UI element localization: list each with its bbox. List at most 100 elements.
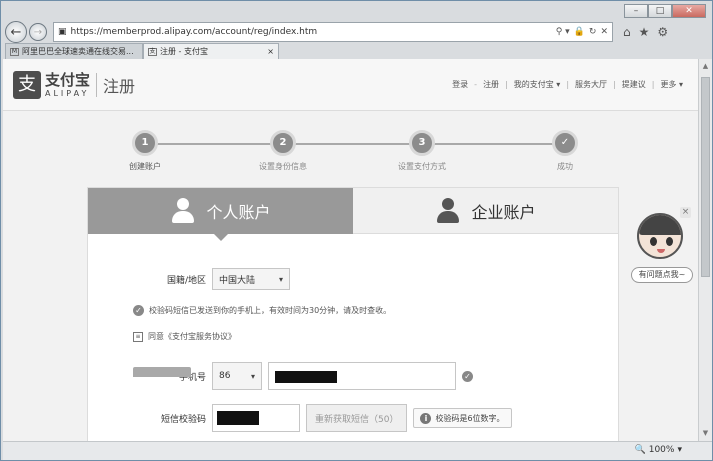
- agreement-row: ≡ 同意《支付宝服务协议》: [133, 331, 236, 342]
- refresh-icon[interactable]: ↻: [589, 27, 597, 37]
- stop-icon[interactable]: ✕: [600, 27, 608, 37]
- minimize-button[interactable]: –: [624, 4, 648, 18]
- phone-input[interactable]: [268, 362, 456, 390]
- tab-business-account[interactable]: 企业账户: [353, 188, 618, 234]
- zoom-control[interactable]: 🔍 100% ▾: [635, 445, 682, 455]
- chevron-down-icon: ▾: [677, 445, 682, 455]
- check-icon: ✓: [462, 370, 473, 382]
- forward-button[interactable]: →: [29, 23, 47, 41]
- submit-button[interactable]: [133, 367, 191, 377]
- forward-arrow-icon: →: [33, 26, 43, 38]
- link-separator: |: [566, 80, 570, 89]
- maximize-button[interactable]: □: [648, 4, 672, 18]
- code-hint-tooltip: i 校验码是6位数字。: [413, 408, 512, 428]
- my-alipay-menu[interactable]: 我的支付宝 ▾: [514, 79, 561, 90]
- tab-alipay-register[interactable]: 支 注册 - 支付宝 ×: [143, 43, 279, 59]
- vertical-scrollbar[interactable]: ▲ ▼: [698, 59, 712, 441]
- register-link[interactable]: 注册: [483, 79, 499, 90]
- sms-sent-notice: ✓ 校验码短信已发送到你的手机上，有效时间为30分钟，请及时查收。: [133, 305, 391, 316]
- tab-aliexpress[interactable]: M 阿里巴巴全球速卖通在线交易...: [5, 43, 143, 59]
- step-number: 2: [270, 130, 296, 156]
- page-viewport: 支 支付宝 ALIPAY 注册 登录 - 注册 | 我的支付宝 ▾ | 服务大厅…: [3, 59, 698, 441]
- help-mascot[interactable]: × 有问题点我~: [629, 207, 695, 287]
- step-label: 设置身份信息: [259, 162, 307, 171]
- advice-link[interactable]: 提建议: [622, 79, 646, 90]
- sms-code-input[interactable]: [212, 404, 300, 432]
- chevron-down-icon: ▾: [250, 371, 255, 381]
- gear-icon[interactable]: ⚙: [657, 25, 668, 39]
- step-number: 3: [409, 130, 435, 156]
- site-header: 支 支付宝 ALIPAY 注册 登录 - 注册 | 我的支付宝 ▾ | 服务大厅…: [3, 59, 698, 111]
- alipay-logo[interactable]: 支 支付宝 ALIPAY 注册: [13, 71, 135, 99]
- help-bubble[interactable]: 有问题点我~: [631, 267, 693, 283]
- agreement-text[interactable]: 同意《支付宝服务协议》: [148, 331, 236, 342]
- redacted-phone: [275, 371, 337, 383]
- address-tools: ⚲ ▾ 🔒 ↻ ✕: [556, 27, 608, 37]
- mail-icon: M: [10, 47, 19, 56]
- stepper-line: [145, 143, 565, 145]
- logo-divider: [96, 73, 98, 97]
- header-links: 登录 - 注册 | 我的支付宝 ▾ | 服务大厅 | 提建议 | 更多 ▾: [449, 79, 686, 90]
- home-icon[interactable]: ⌂: [623, 25, 631, 39]
- step-label: 创建账户: [129, 162, 161, 171]
- lock-icon[interactable]: 🔒: [574, 27, 585, 37]
- more-menu[interactable]: 更多 ▾: [660, 79, 683, 90]
- close-window-button[interactable]: ✕: [672, 4, 706, 18]
- back-arrow-icon: ←: [10, 24, 22, 40]
- browser-tab-bar: M 阿里巴巴全球速卖通在线交易... 支 注册 - 支付宝 ×: [5, 43, 710, 59]
- region-select[interactable]: 中国大陆 ▾: [212, 268, 290, 290]
- page-title: 注册: [103, 77, 136, 96]
- zoom-icon: 🔍: [634, 445, 646, 455]
- region-label: 国籍/地区: [166, 275, 206, 286]
- country-code-select[interactable]: 86 ▾: [212, 362, 262, 390]
- user-icon: [170, 198, 196, 224]
- scroll-up-icon[interactable]: ▲: [701, 62, 710, 70]
- link-separator: |: [651, 80, 655, 89]
- scroll-down-icon[interactable]: ▼: [701, 429, 710, 437]
- logo-text: 支付宝 ALIPAY: [45, 70, 91, 98]
- region-row: 国籍/地区 中国大陆 ▾: [88, 268, 290, 290]
- mascot-avatar: [637, 213, 683, 259]
- logo-en: ALIPAY: [45, 88, 90, 98]
- step-payment: 3 设置支付方式: [382, 130, 462, 172]
- close-icon[interactable]: ×: [680, 207, 691, 218]
- check-icon: ✓: [133, 305, 144, 316]
- tab-label: 注册 - 支付宝: [160, 47, 208, 56]
- window-controls: – □ ✕: [624, 4, 706, 18]
- url-text[interactable]: https://memberprod.alipay.com/account/re…: [71, 27, 556, 37]
- tab-personal-account[interactable]: 个人账户: [88, 188, 353, 241]
- login-link[interactable]: 登录: [452, 79, 468, 90]
- link-separator: |: [613, 80, 616, 89]
- step-label: 设置支付方式: [398, 162, 446, 171]
- tooltip-text: 校验码是6位数字。: [435, 413, 505, 423]
- link-separator: -: [474, 80, 478, 89]
- agreement-checkbox[interactable]: ≡: [133, 331, 143, 342]
- sms-code-row: 短信校验码 重新获取短信（50） i 校验码是6位数字。: [88, 404, 512, 432]
- step-create-account: 1 创建账户: [105, 130, 185, 172]
- resend-sms-button[interactable]: 重新获取短信（50）: [306, 404, 408, 432]
- search-dropdown-icon[interactable]: ⚲ ▾: [556, 27, 570, 37]
- check-icon: ✓: [552, 130, 578, 156]
- scroll-thumb[interactable]: [701, 77, 710, 277]
- account-type-tabs: 个人账户 企业账户: [88, 188, 618, 241]
- country-code-value: 86: [219, 371, 231, 381]
- tab-label: 个人账户: [206, 203, 271, 222]
- alipay-logo-icon: 支: [13, 71, 41, 99]
- favorites-star-icon[interactable]: ★: [639, 25, 650, 39]
- browser-toolbar-icons: ⌂ ★ ⚙: [623, 25, 668, 39]
- address-bar[interactable]: ▣ https://memberprod.alipay.com/account/…: [53, 22, 613, 42]
- step-number: 1: [132, 130, 158, 156]
- tab-close-icon[interactable]: ×: [267, 47, 274, 56]
- zoom-level: 100%: [648, 445, 675, 455]
- step-success: ✓ 成功: [525, 130, 605, 172]
- service-hall-link[interactable]: 服务大厅: [575, 79, 607, 90]
- region-value: 中国大陆: [219, 275, 256, 286]
- logo-cn: 支付宝: [45, 70, 91, 89]
- link-separator: |: [505, 80, 508, 89]
- info-icon: i: [420, 412, 432, 424]
- business-user-icon: [435, 197, 461, 224]
- status-bar: 🔍 100% ▾: [3, 441, 712, 460]
- tab-label: 企业账户: [471, 202, 536, 222]
- redacted-code: [217, 411, 259, 425]
- back-button[interactable]: ←: [5, 21, 27, 43]
